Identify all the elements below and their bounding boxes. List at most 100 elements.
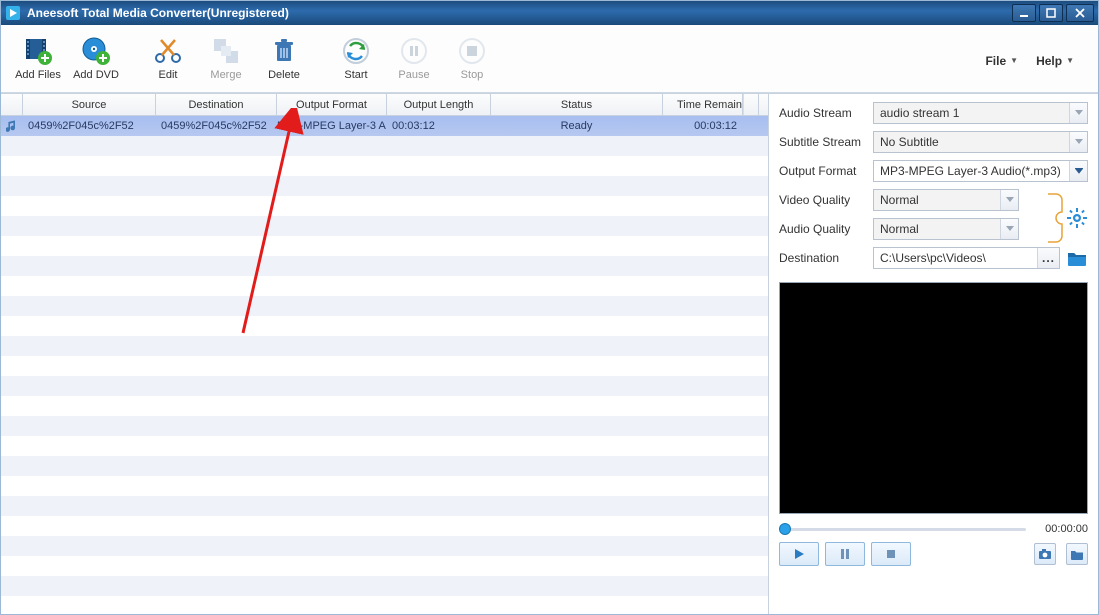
playback-controls	[779, 542, 1088, 566]
video-preview[interactable]	[779, 282, 1088, 514]
preview-stop-button[interactable]	[871, 542, 911, 566]
edit-button[interactable]: Edit	[139, 32, 197, 90]
output-format-label: Output Format	[779, 164, 873, 178]
title-bar: Aneesoft Total Media Converter(Unregiste…	[1, 1, 1098, 25]
merge-button[interactable]: Merge	[197, 32, 255, 90]
dvd-plus-icon	[80, 35, 112, 67]
settings-pane: Audio Stream audio stream 1 Subtitle Str…	[769, 94, 1098, 614]
stop-label: Stop	[461, 69, 484, 81]
header-time-remain[interactable]: Time Remain	[663, 94, 743, 115]
audio-quality-value: Normal	[880, 222, 919, 236]
header-source[interactable]: Source	[23, 94, 156, 115]
output-format-value: MP3-MPEG Layer-3 Audio(*.mp3)	[880, 164, 1061, 178]
open-snapshot-folder-button[interactable]	[1066, 543, 1088, 565]
folder-small-icon	[1070, 548, 1084, 560]
add-dvd-label: Add DVD	[73, 69, 119, 81]
grid-rows[interactable]: 0459%2F045c%2F52 0459%2F045c%2F52 MP3-MP…	[1, 116, 768, 614]
output-format-row: Output Format MP3-MPEG Layer-3 Audio(*.m…	[779, 160, 1088, 182]
maximize-button[interactable]	[1039, 4, 1063, 22]
scissors-icon	[152, 35, 184, 67]
header-output-length[interactable]: Output Length	[387, 94, 491, 115]
merge-label: Merge	[210, 69, 241, 81]
header-destination[interactable]: Destination	[156, 94, 277, 115]
cell-destination: 0459%2F045c%2F52	[156, 120, 277, 132]
pause-icon	[398, 35, 430, 67]
help-menu-label: Help	[1036, 54, 1062, 68]
pause-label: Pause	[398, 69, 429, 81]
main-toolbar: Add Files Add DVD Edit Merge Delete	[1, 25, 1098, 93]
start-button[interactable]: Start	[327, 32, 385, 90]
close-button[interactable]	[1066, 4, 1094, 22]
menu-bar: File ▼ Help ▼	[985, 54, 1090, 68]
window-title: Aneesoft Total Media Converter(Unregiste…	[27, 6, 1009, 20]
seek-track[interactable]	[779, 522, 1026, 536]
open-folder-button[interactable]	[1066, 247, 1088, 269]
add-files-label: Add Files	[15, 69, 61, 81]
chevron-down-icon	[1069, 103, 1087, 123]
header-output-format[interactable]: Output Format	[277, 94, 387, 115]
start-label: Start	[344, 69, 367, 81]
audio-quality-label: Audio Quality	[779, 222, 873, 236]
subtitle-stream-value: No Subtitle	[880, 135, 939, 149]
grid-header: Source Destination Output Format Output …	[1, 94, 768, 116]
audio-quality-select[interactable]: Normal	[873, 218, 1019, 240]
help-menu[interactable]: Help ▼	[1036, 54, 1074, 68]
audio-stream-select[interactable]: audio stream 1	[873, 102, 1088, 124]
playback-time: 00:00:00	[1034, 523, 1088, 535]
audio-stream-value: audio stream 1	[880, 106, 959, 120]
subtitle-stream-label: Subtitle Stream	[779, 135, 873, 149]
cell-length: 00:03:12	[387, 120, 491, 132]
subtitle-stream-row: Subtitle Stream No Subtitle	[779, 131, 1088, 153]
destination-value: C:\Users\pc\Videos\	[880, 251, 986, 265]
output-format-select[interactable]: MP3-MPEG Layer-3 Audio(*.mp3)	[873, 160, 1088, 182]
audio-stream-label: Audio Stream	[779, 106, 873, 120]
trash-icon	[268, 35, 300, 67]
stop-square-icon	[885, 548, 897, 560]
cell-status: Ready	[491, 120, 663, 132]
seek-knob[interactable]	[779, 523, 791, 535]
delete-button[interactable]: Delete	[255, 32, 313, 90]
row-type-icon	[1, 119, 23, 133]
window-controls	[1009, 4, 1094, 22]
app-window: Aneesoft Total Media Converter(Unregiste…	[0, 0, 1099, 615]
table-row[interactable]: 0459%2F045c%2F52 0459%2F045c%2F52 MP3-MP…	[1, 116, 768, 136]
play-icon	[793, 548, 805, 560]
subtitle-stream-select[interactable]: No Subtitle	[873, 131, 1088, 153]
add-files-button[interactable]: Add Files	[9, 32, 67, 90]
audio-stream-row: Audio Stream audio stream 1	[779, 102, 1088, 124]
camera-icon	[1038, 548, 1052, 560]
stop-icon	[456, 35, 488, 67]
preview-play-button[interactable]	[779, 542, 819, 566]
audio-quality-row: Audio Quality Normal	[779, 218, 1042, 240]
video-quality-value: Normal	[880, 193, 919, 207]
preview-pause-button[interactable]	[825, 542, 865, 566]
destination-input[interactable]: C:\Users\pc\Videos\ ...	[873, 247, 1060, 269]
header-icon-col[interactable]	[1, 94, 23, 115]
advanced-settings-button[interactable]	[1066, 207, 1088, 229]
bracket-icon	[1046, 192, 1064, 244]
chevron-down-icon	[1069, 161, 1087, 181]
chevron-down-icon	[1069, 132, 1087, 152]
cell-source: 0459%2F045c%2F52	[23, 120, 156, 132]
minimize-button[interactable]	[1012, 4, 1036, 22]
folder-icon	[1067, 249, 1087, 267]
convert-start-icon	[340, 35, 372, 67]
file-list-pane: Source Destination Output Format Output …	[1, 94, 769, 614]
seek-bar: 00:00:00	[779, 522, 1088, 536]
snapshot-button[interactable]	[1034, 543, 1056, 565]
music-note-icon	[6, 119, 18, 133]
cell-format: MP3-MPEG Layer-3 Audio	[277, 120, 387, 132]
header-status[interactable]: Status	[491, 94, 663, 115]
video-quality-row: Video Quality Normal	[779, 189, 1042, 211]
browse-more-button[interactable]: ...	[1037, 248, 1059, 268]
video-quality-select[interactable]: Normal	[873, 189, 1019, 211]
add-dvd-button[interactable]: Add DVD	[67, 32, 125, 90]
file-menu[interactable]: File ▼	[985, 54, 1018, 68]
film-plus-icon	[22, 35, 54, 67]
stop-button[interactable]: Stop	[443, 32, 501, 90]
chevron-down-icon	[1000, 190, 1018, 210]
pause-button[interactable]: Pause	[385, 32, 443, 90]
chevron-down-icon	[1000, 219, 1018, 239]
edit-label: Edit	[159, 69, 178, 81]
caret-down-icon: ▼	[1066, 56, 1074, 65]
